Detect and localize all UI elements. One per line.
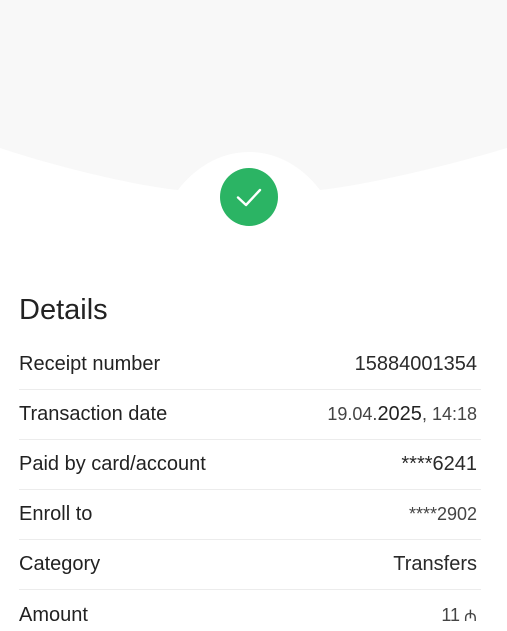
- receipt-number-label: Receipt number: [19, 353, 161, 375]
- success-badge: [220, 168, 278, 226]
- receipt-number-value: 15884001354: [354, 353, 477, 375]
- transaction-date-label: Transaction date: [19, 403, 168, 425]
- amount-value: 11 ₼: [441, 604, 481, 626]
- date-separator: ,: [421, 404, 432, 424]
- receipt-screen: Details Receipt number 15884001354 Trans…: [0, 0, 507, 631]
- enroll-to-label: Enroll to: [19, 503, 93, 525]
- enroll-to-value: ****2902: [408, 504, 477, 524]
- checkmark-icon: [236, 188, 262, 207]
- date-time: 14:18: [431, 404, 477, 424]
- category-value: Transfers: [393, 553, 477, 575]
- row-enroll-to: Enroll to ****2902: [19, 490, 481, 540]
- date-year: 2025: [377, 403, 422, 425]
- details-list: Receipt number 15884001354 Transaction d…: [19, 340, 481, 631]
- row-amount: Amount 11 ₼: [19, 590, 481, 631]
- amount-number: 11: [441, 605, 461, 625]
- paid-by-value: ****6241: [401, 453, 477, 475]
- amount-label: Amount: [19, 603, 88, 626]
- row-receipt-number: Receipt number 15884001354: [19, 340, 481, 390]
- date-day-month: 19.04.: [327, 404, 378, 424]
- category-label: Category: [19, 553, 101, 575]
- row-transaction-date: Transaction date 19.04.2025, 14:18: [19, 390, 481, 440]
- transaction-date-value: 19.04.2025, 14:18: [327, 403, 481, 426]
- details-title: Details: [19, 294, 108, 326]
- row-category: Category Transfers: [19, 540, 481, 590]
- row-paid-by: Paid by card/account ****6241: [19, 440, 481, 490]
- manat-currency-icon: ₼: [464, 608, 477, 625]
- paid-by-label: Paid by card/account: [19, 453, 206, 475]
